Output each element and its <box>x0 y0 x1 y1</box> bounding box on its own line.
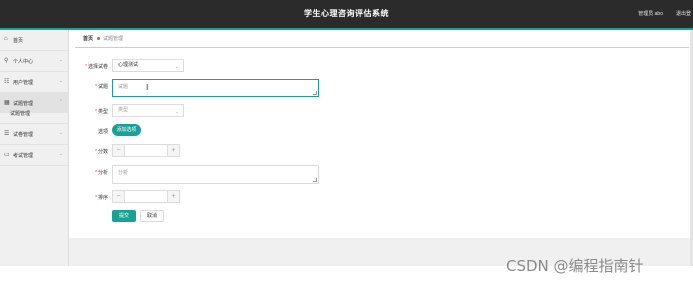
logout-link[interactable]: 退出登 <box>676 10 691 17</box>
breadcrumb-dot-icon <box>97 37 101 41</box>
score-label: *分数 <box>95 149 108 155</box>
analysis-label: *分析 <box>95 170 108 176</box>
chevron-down-icon: ⌄ <box>58 78 63 84</box>
sidebar-item-users[interactable]: ☷ 用户管理 ⌄ <box>0 72 69 92</box>
sidebar-subitem-questions[interactable]: 试题管理 <box>10 110 30 117</box>
top-bar: 学生心理咨询评估系统 管理员 abo 退出登 <box>0 0 693 28</box>
sidebar-item-profile[interactable]: ⚲ 个人中心 ⌄ <box>0 51 69 71</box>
sidebar: ⌂ 首页 ⚲ 个人中心 ⌄ ☷ 用户管理 ⌄ ▦ 试题管理 ⌃ 试题管理 ☰ 试… <box>0 30 69 266</box>
sidebar-item-label: 个人中心 <box>13 59 34 65</box>
sidebar-item-papers[interactable]: ☰ 试卷管理 ⌄ <box>0 124 69 144</box>
watermark: CSDN @编程指南针 <box>506 257 644 275</box>
resize-handle-icon <box>313 91 317 95</box>
sidebar-item-label: 用户管理 <box>13 80 34 86</box>
submit-button[interactable]: 提交 <box>112 210 136 222</box>
minus-icon[interactable]: − <box>113 145 125 156</box>
grid-icon: ▦ <box>4 100 10 106</box>
analysis-textarea[interactable]: 分析 <box>112 165 319 184</box>
question-textarea[interactable]: 试题 <box>112 79 319 97</box>
card-icon: ▭ <box>4 152 10 158</box>
minus-icon[interactable]: − <box>113 191 125 202</box>
breadcrumb-current: 试题管理 <box>103 36 124 42</box>
options-label: 选项 <box>97 129 108 135</box>
exam-label: *选择试卷 <box>85 64 108 70</box>
app-window: 学生心理咨询评估系统 管理员 abo 退出登 ⌂ 首页 ⚲ 个人中心 ⌄ ☷ 用… <box>0 0 693 282</box>
users-icon: ☷ <box>4 79 10 85</box>
app-title: 学生心理咨询评估系统 <box>304 9 389 18</box>
type-label: *类型 <box>95 109 108 115</box>
sidebar-item-home[interactable]: ⌂ 首页 <box>0 30 69 50</box>
chevron-down-icon: ⌄ <box>58 130 63 136</box>
order-stepper[interactable]: − + <box>112 190 180 203</box>
breadcrumb-divider <box>75 47 689 48</box>
cancel-button[interactable]: 取消 <box>140 210 164 222</box>
resize-handle-icon <box>313 178 317 182</box>
plus-icon[interactable]: + <box>167 145 179 156</box>
exam-select[interactable]: 心理测试 ⌄ <box>112 59 184 72</box>
type-select[interactable]: 类型 ⌄ <box>112 104 184 117</box>
user-icon: ⚲ <box>4 58 9 64</box>
breadcrumb: 首页 试题管理 <box>83 35 123 42</box>
chevron-down-icon: ⌄ <box>58 151 63 157</box>
add-option-button[interactable]: 添加选项 <box>112 124 141 136</box>
sidebar-item-label: 首页 <box>13 38 24 44</box>
score-stepper[interactable]: − + <box>112 144 180 157</box>
chevron-down-icon: ⌄ <box>58 57 63 63</box>
breadcrumb-home[interactable]: 首页 <box>83 36 93 42</box>
sidebar-divider <box>0 165 69 166</box>
chevron-up-icon: ⌃ <box>58 99 63 105</box>
sidebar-item-label: 试卷管理 <box>13 132 34 138</box>
current-user: 管理员 abo <box>638 11 663 17</box>
sidebar-item-label: 试题管理 <box>13 101 34 107</box>
sidebar-item-label: 考试管理 <box>13 153 34 159</box>
text-cursor-icon: I <box>146 83 149 92</box>
list-icon: ☰ <box>4 131 10 137</box>
plus-icon[interactable]: + <box>167 191 179 202</box>
order-label: *排序 <box>95 195 108 201</box>
chevron-down-icon: ⌄ <box>174 64 179 70</box>
home-icon: ⌂ <box>4 36 8 42</box>
question-label: *试题 <box>95 84 108 90</box>
chevron-down-icon: ⌄ <box>174 109 179 115</box>
sidebar-item-exams[interactable]: ▭ 考试管理 ⌄ <box>0 145 69 165</box>
